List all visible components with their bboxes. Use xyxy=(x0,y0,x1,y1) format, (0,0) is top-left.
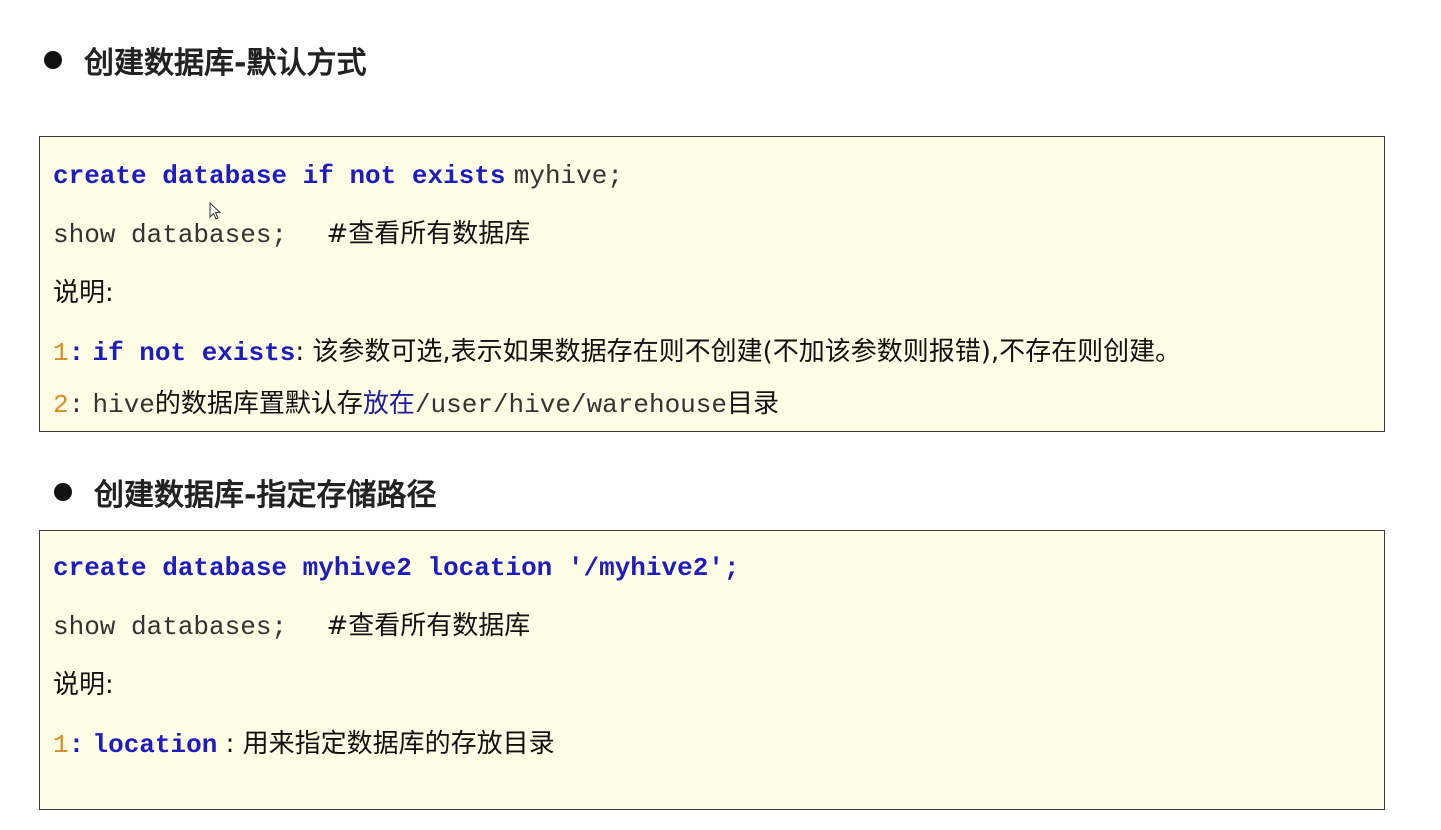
show-databases-code: show databases; xyxy=(53,612,319,642)
code-line-create: create database myhive2 location '/myhiv… xyxy=(53,551,740,584)
note-path: /user/hive/warehouse xyxy=(414,390,727,420)
code-comment: #查看所有数据库 xyxy=(326,219,531,249)
sql-keywords: create database if not exists xyxy=(53,161,506,191)
note-label-text: 说明: xyxy=(53,670,114,700)
note-code-hive: hive xyxy=(92,390,155,420)
code-line-create: create database if not exists myhive; xyxy=(53,159,623,192)
db-name: myhive; xyxy=(513,161,623,191)
note-colon: : xyxy=(68,338,85,368)
note-colon: : xyxy=(68,730,85,760)
note-text: : 该参数可选,表示如果数据存在则不创建(不加该参数则报错),不存在则创建。 xyxy=(295,337,1182,367)
note-text: : 用来指定数据库的存放目录 xyxy=(217,729,555,759)
section-heading-location: 创建数据库-指定存储路径 xyxy=(54,470,436,514)
code-comment: #查看所有数据库 xyxy=(326,611,531,641)
sql-statement: create database myhive2 location '/myhiv… xyxy=(53,553,740,583)
code-line-show: show databases; #查看所有数据库 xyxy=(53,218,530,251)
code-line-show: show databases; #查看所有数据库 xyxy=(53,610,530,643)
note-keywords: if not exists xyxy=(92,338,296,368)
note-text: 目录 xyxy=(727,389,780,419)
note-label: 说明: xyxy=(53,669,114,701)
note-keyword: location xyxy=(92,730,218,760)
note-text-highlight: 放在 xyxy=(362,389,415,419)
note-number: 1 xyxy=(53,730,69,760)
note-colon: : xyxy=(68,390,85,420)
bullet-dot-icon xyxy=(44,51,62,69)
bullet-dot-icon xyxy=(54,483,72,501)
note-number: 2 xyxy=(53,390,69,420)
note-line-1: 1: if not exists: 该参数可选,表示如果数据存在则不创建(不加该… xyxy=(53,336,1181,369)
code-block-location: create database myhive2 location '/myhiv… xyxy=(39,530,1385,810)
code-block-default: create database if not exists myhive; sh… xyxy=(39,136,1385,432)
heading-text: 创建数据库-默认方式 xyxy=(84,46,367,81)
note-label-text: 说明: xyxy=(53,278,114,308)
mouse-pointer-icon xyxy=(209,202,221,220)
note-number: 1 xyxy=(53,338,69,368)
note-line-2: 2: hive的数据库置默认存放在/user/hive/warehouse目录 xyxy=(53,388,779,421)
note-text: 的数据库置默认存 xyxy=(154,389,363,419)
section-heading-default: 创建数据库-默认方式 xyxy=(44,38,366,82)
heading-text: 创建数据库-指定存储路径 xyxy=(94,478,437,513)
note-line-1: 1: location : 用来指定数据库的存放目录 xyxy=(53,728,555,761)
show-databases-code: show databases; xyxy=(53,220,319,250)
note-label: 说明: xyxy=(53,277,114,309)
